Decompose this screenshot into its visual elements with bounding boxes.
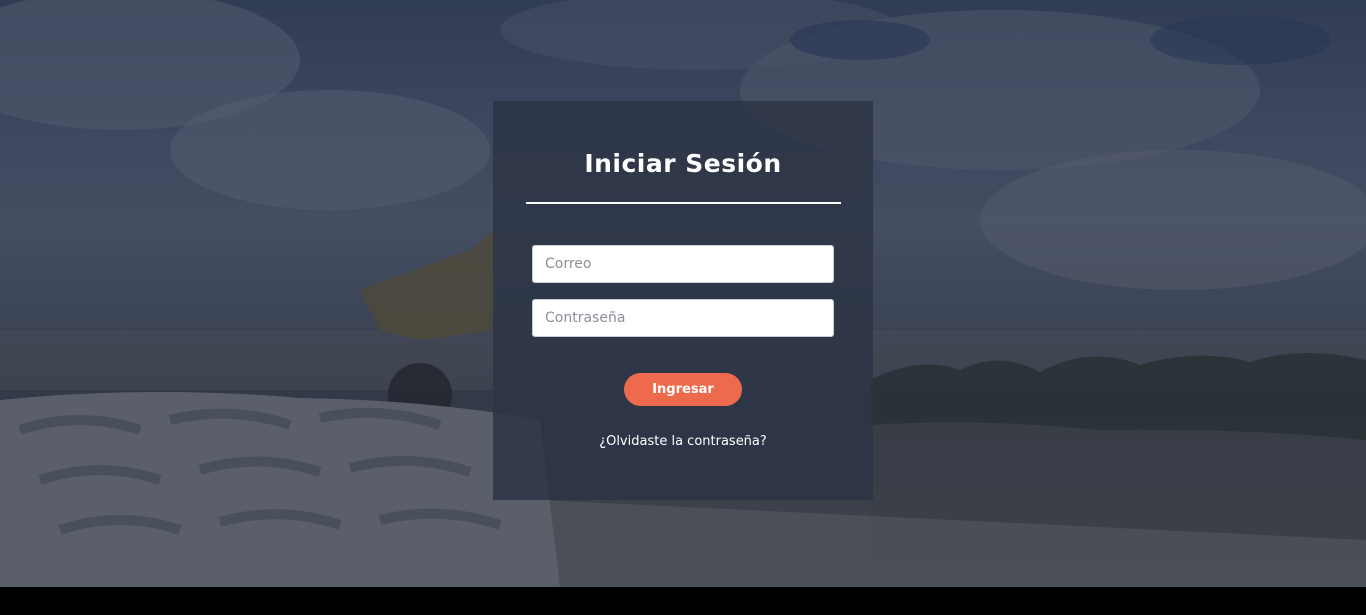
email-field[interactable]	[532, 245, 834, 283]
login-title: Iniciar Sesión	[584, 149, 782, 178]
forgot-password-link[interactable]: ¿Olvidaste la contraseña?	[493, 434, 873, 449]
login-page: Iniciar Sesión Ingresar ¿Olvidaste la co…	[0, 0, 1366, 615]
password-field[interactable]	[532, 299, 834, 337]
bottom-bar	[0, 587, 1366, 615]
login-card: Iniciar Sesión Ingresar ¿Olvidaste la co…	[493, 101, 873, 500]
title-divider	[526, 202, 841, 204]
login-button[interactable]: Ingresar	[624, 373, 742, 406]
